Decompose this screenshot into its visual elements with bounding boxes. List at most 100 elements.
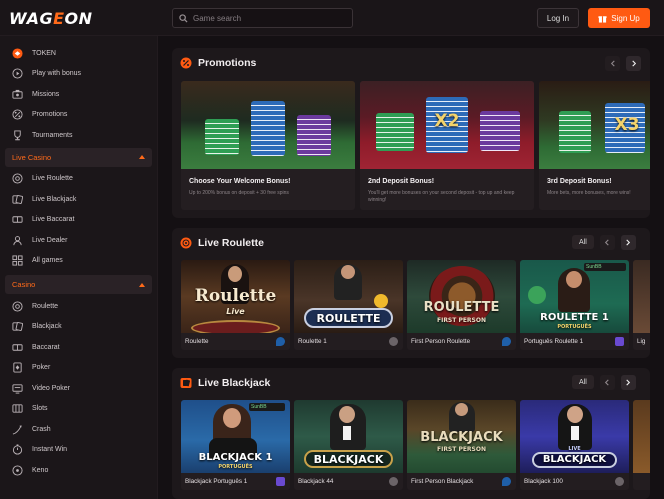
sidebar-item-live-baccarat[interactable]: Live Baccarat (0, 210, 157, 231)
provider-icon (502, 337, 511, 346)
top-bar: WAGEON Log In Sign Up (0, 0, 664, 36)
all-button[interactable]: All (572, 235, 594, 249)
promo-image: X2 (360, 81, 534, 169)
game-thumbnail (633, 260, 650, 333)
signup-label: Sign Up (611, 13, 640, 23)
game-art-title: BLACKJACK (420, 430, 503, 445)
promo-card-welcome[interactable]: Choose Your Welcome Bonus! Up to 200% bo… (181, 81, 355, 210)
sidebar-item-label: Live Roulette (32, 175, 73, 183)
game-card[interactable]: BLACKJACK FIRST PERSON First Person Blac… (407, 400, 516, 490)
prev-button[interactable] (599, 375, 615, 390)
trophy-icon (11, 129, 23, 141)
carousel-nav: All (572, 375, 636, 390)
promo-description: Up to 200% bonus on deposit + 30 free sp… (189, 190, 289, 196)
promo-description: More bets, more bonuses, more wins! (547, 190, 631, 196)
sidebar-item-keno[interactable]: Keno (0, 460, 157, 481)
section-title: Live Blackjack (180, 377, 270, 389)
provider-icon (389, 337, 398, 346)
provider-badge: SunBB (586, 264, 602, 270)
sidebar-item-blackjack[interactable]: Blackjack (0, 317, 157, 338)
game-card[interactable]: BLACKJACK Blackjack 44 (294, 400, 403, 490)
sidebar-item-slots[interactable]: Slots (0, 399, 157, 420)
sidebar-section-casino[interactable]: Casino (5, 275, 152, 294)
next-button[interactable] (620, 375, 636, 390)
game-art-subtitle: PORTUGUÊS (218, 464, 253, 470)
game-art-title: Roulette (194, 286, 277, 306)
game-card[interactable]: LIVE BLACKJACK Blackjack 100 (520, 400, 629, 490)
game-card[interactable]: Lig (633, 260, 650, 350)
sidebar-item-label: Play with bonus (32, 70, 82, 78)
sidebar-item-live-blackjack[interactable]: Live Blackjack (0, 189, 157, 210)
sidebar-item-label: Poker (32, 364, 51, 372)
prev-button[interactable] (605, 56, 620, 71)
promo-badge: X3 (614, 115, 640, 135)
cards-icon (11, 193, 23, 205)
game-name: Roulette (185, 338, 209, 345)
sidebar-section-live-casino[interactable]: Live Casino (5, 147, 152, 167)
promo-card-third-deposit[interactable]: X3 3rd Deposit Bonus! More bets, more bo… (539, 81, 650, 210)
sidebar-item-live-roulette[interactable]: Live Roulette (0, 169, 157, 190)
provider-badge: SunBB (251, 404, 267, 410)
sidebar-item-instant-win[interactable]: Instant Win (0, 440, 157, 461)
game-name: First Person Blackjack (411, 478, 474, 485)
sidebar-item-tournaments[interactable]: Tournaments (0, 125, 157, 146)
grid-icon (11, 255, 23, 267)
promo-image: X3 (539, 81, 650, 169)
provider-icon (276, 477, 285, 486)
game-card[interactable]: SunBB ROULETTE 1 PORTUGUÊS Português Rou… (520, 260, 629, 350)
game-thumbnail: LIVE BLACKJACK (520, 400, 629, 473)
poker-icon (11, 362, 23, 374)
login-button[interactable]: Log In (537, 8, 579, 28)
sidebar-item-label: Promotions (32, 111, 68, 119)
section-title: Live Roulette (180, 237, 264, 249)
game-art-title: ROULETTE (423, 300, 500, 315)
promo-title: 3rd Deposit Bonus! (547, 178, 612, 185)
sidebar-item-label: Blackjack (32, 323, 62, 331)
logo[interactable]: WAGEON (9, 9, 93, 28)
sidebar-item-token[interactable]: TOKEN (0, 43, 157, 64)
sidebar-item-video-poker[interactable]: Video Poker (0, 378, 157, 399)
sidebar-item-label: TOKEN (32, 49, 56, 57)
sidebar-item-crash[interactable]: Crash (0, 419, 157, 440)
cards-icon (180, 377, 192, 389)
next-button[interactable] (620, 235, 636, 250)
slots-icon (11, 403, 23, 415)
promo-title: 2nd Deposit Bonus! (368, 178, 435, 185)
game-thumbnail: ROULETTE (294, 260, 403, 333)
search-box[interactable] (172, 8, 353, 28)
sidebar-item-all-games[interactable]: All games (0, 251, 157, 272)
sidebar-item-label: Roulette (32, 302, 59, 310)
game-card[interactable]: ROULETTE FIRST PERSON First Person Roule… (407, 260, 516, 350)
game-card[interactable]: ROULETTE Roulette 1 (294, 260, 403, 350)
all-button[interactable]: All (572, 375, 594, 389)
sidebar-item-label: Video Poker (32, 384, 71, 392)
sidebar-item-live-dealer[interactable]: Live Dealer (0, 230, 157, 251)
play-icon (11, 68, 23, 80)
sidebar-item-missions[interactable]: Missions (0, 84, 157, 105)
sidebar-item-label: Crash (32, 425, 51, 433)
chevron-left-icon (605, 379, 609, 386)
sidebar-item-play-with-bonus[interactable]: Play with bonus (0, 64, 157, 85)
sidebar-item-label: Baccarat (32, 343, 60, 351)
dealer-icon (11, 234, 23, 246)
signup-button[interactable]: Sign Up (588, 8, 650, 28)
promotions-icon (180, 57, 192, 69)
game-card[interactable]: SunBB BLACKJACK 1 PORTUGUÊS Blackjack Po… (181, 400, 290, 490)
promotions-section: Promotions Choose Your Welcome Bonus! Up… (172, 48, 650, 218)
sidebar-item-promotions[interactable]: Promotions (0, 105, 157, 126)
provider-icon (615, 337, 624, 346)
game-card[interactable] (633, 400, 650, 490)
next-button[interactable] (626, 56, 641, 71)
search-icon (179, 13, 188, 23)
sidebar-item-label: Live Dealer (32, 236, 68, 244)
prev-button[interactable] (599, 235, 615, 250)
sidebar-item-baccarat[interactable]: Baccarat (0, 337, 157, 358)
game-art-title: BLACKJACK 1 (198, 452, 273, 463)
promo-card-second-deposit[interactable]: X2 2nd Deposit Bonus! You'll get more bo… (360, 81, 534, 210)
search-input[interactable] (193, 13, 343, 23)
sidebar-item-poker[interactable]: Poker (0, 358, 157, 379)
game-card[interactable]: Roulette Live Roulette (181, 260, 290, 350)
crash-icon (11, 423, 23, 435)
game-art-title: BLACKJACK (542, 454, 607, 465)
sidebar-item-roulette[interactable]: Roulette (0, 296, 157, 317)
